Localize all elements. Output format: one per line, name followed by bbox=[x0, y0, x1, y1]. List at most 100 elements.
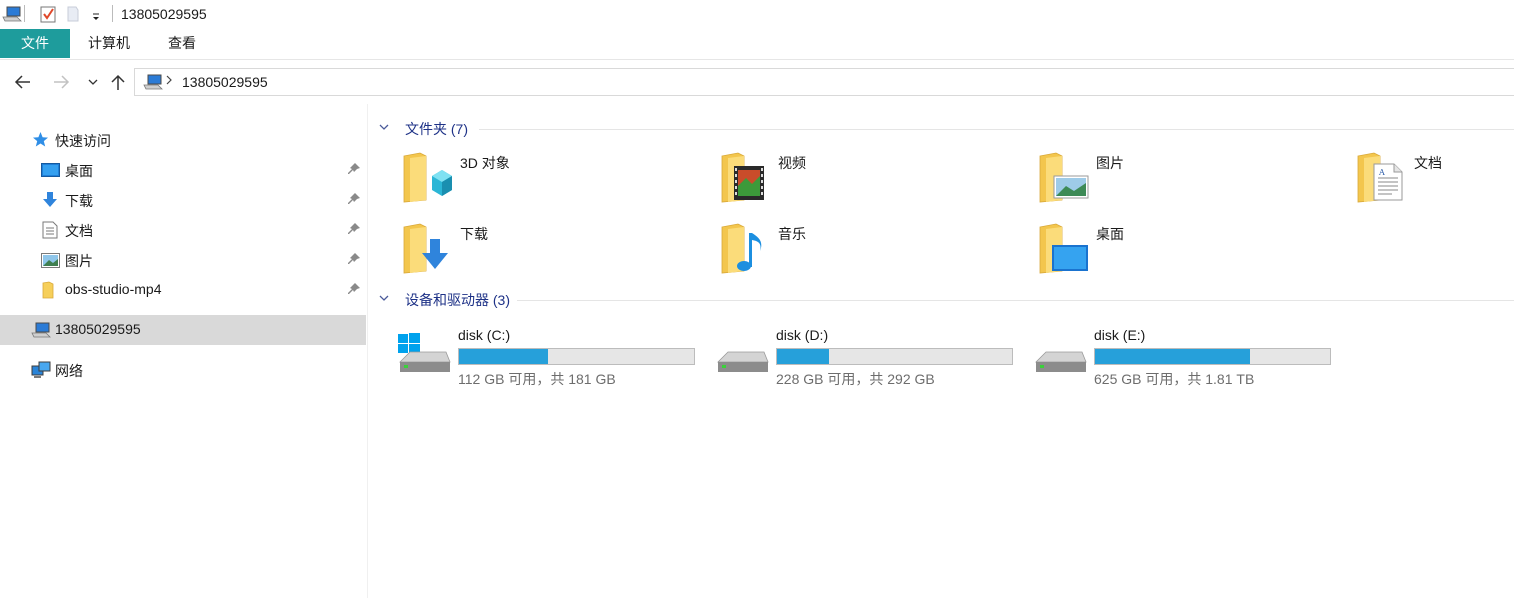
sidebar-item-label: 桌面 bbox=[65, 163, 93, 179]
sidebar-item-label: 快速访问 bbox=[55, 133, 111, 149]
drive-free-space: 625 GB 可用，共 1.81 TB bbox=[1094, 371, 1255, 387]
drive-item-e[interactable]: disk (E:) 625 GB 可用，共 1.81 TB bbox=[1032, 326, 1352, 390]
tab-view[interactable]: 查看 bbox=[158, 29, 206, 58]
sidebar-item-label: 下载 bbox=[65, 193, 93, 209]
group-header-folders[interactable]: 文件夹 (7) bbox=[377, 118, 1514, 138]
folder-label: 3D 对象 bbox=[460, 155, 510, 171]
up-button[interactable] bbox=[108, 72, 128, 92]
sidebar-item-label: 13805029595 bbox=[55, 321, 141, 337]
drive-usage-bar bbox=[776, 348, 1013, 365]
sidebar-item-label: 图片 bbox=[65, 253, 93, 269]
title-bar: 13805029595 bbox=[0, 0, 1514, 28]
computer-icon bbox=[2, 5, 22, 26]
3d-objects-folder-icon bbox=[402, 150, 454, 207]
folder-label: 音乐 bbox=[778, 226, 806, 242]
navigation-pane: 快速访问 桌面 下载 文档 图片 obs-studio-mp4 13805029… bbox=[0, 104, 368, 598]
sidebar-item-quick-access[interactable]: 快速访问 bbox=[0, 125, 366, 155]
svg-text:A: A bbox=[1378, 168, 1385, 177]
customize-dropdown-icon[interactable] bbox=[91, 9, 101, 25]
sidebar-item-label: 网络 bbox=[55, 363, 83, 379]
properties-icon[interactable] bbox=[40, 5, 57, 26]
sidebar-item-obs-studio-mp4[interactable]: obs-studio-mp4 bbox=[0, 275, 366, 305]
hard-drive-icon bbox=[714, 326, 770, 379]
sidebar-item-label: 文档 bbox=[65, 223, 93, 239]
computer-icon bbox=[143, 73, 163, 94]
folder-label: 视频 bbox=[778, 155, 806, 171]
sidebar-item-label: obs-studio-mp4 bbox=[65, 281, 162, 297]
sidebar-item-network[interactable]: 网络 bbox=[0, 355, 366, 385]
folder-item-pictures[interactable]: 图片 bbox=[1038, 150, 1338, 212]
pin-icon[interactable] bbox=[347, 252, 361, 269]
drive-item-c[interactable]: disk (C:) 112 GB 可用，共 181 GB bbox=[396, 326, 716, 390]
window-title: 13805029595 bbox=[121, 6, 207, 22]
star-icon bbox=[32, 131, 49, 151]
video-folder-icon bbox=[720, 150, 772, 207]
music-folder-icon bbox=[720, 221, 772, 278]
divider bbox=[24, 5, 25, 22]
drive-usage-fill bbox=[1095, 349, 1251, 364]
pin-icon[interactable] bbox=[347, 282, 361, 299]
navigation-bar: 13805029595 bbox=[0, 60, 1514, 104]
folder-item-videos[interactable]: 视频 bbox=[720, 150, 1020, 212]
drive-usage-bar bbox=[1094, 348, 1331, 365]
folder-icon bbox=[42, 281, 54, 302]
picture-folder-icon bbox=[1038, 150, 1090, 207]
download-folder-icon bbox=[402, 221, 454, 278]
sidebar-item-this-pc[interactable]: 13805029595 bbox=[0, 315, 366, 345]
divider bbox=[112, 5, 113, 22]
folder-label: 文档 bbox=[1414, 155, 1442, 171]
pin-icon[interactable] bbox=[347, 192, 361, 209]
recent-locations-button[interactable] bbox=[83, 72, 103, 92]
back-button[interactable] bbox=[13, 72, 33, 92]
divider bbox=[479, 129, 1514, 130]
computer-icon bbox=[31, 321, 51, 342]
drive-item-d[interactable]: disk (D:) 228 GB 可用，共 292 GB bbox=[714, 326, 1034, 390]
hard-drive-icon bbox=[1032, 326, 1088, 379]
tab-file[interactable]: 文件 bbox=[0, 29, 70, 58]
folder-label: 桌面 bbox=[1096, 226, 1124, 242]
folder-item-3d-objects[interactable]: 3D 对象 bbox=[402, 150, 702, 212]
pin-icon[interactable] bbox=[347, 222, 361, 239]
breadcrumb-chevron-icon[interactable] bbox=[165, 73, 173, 90]
new-folder-icon[interactable] bbox=[66, 6, 80, 25]
breadcrumb-this-pc[interactable]: 13805029595 bbox=[182, 74, 268, 90]
drive-name: disk (D:) bbox=[776, 327, 829, 343]
pin-icon[interactable] bbox=[347, 162, 361, 179]
folder-item-music[interactable]: 音乐 bbox=[720, 221, 1020, 283]
chevron-down-icon bbox=[377, 291, 391, 308]
ribbon: 文件 计算机 查看 bbox=[0, 28, 1514, 60]
up-arrow-icon bbox=[111, 74, 125, 90]
back-arrow-icon bbox=[14, 75, 30, 89]
folder-label: 图片 bbox=[1096, 155, 1124, 171]
forward-arrow-icon bbox=[54, 75, 70, 89]
drive-usage-bar bbox=[458, 348, 695, 365]
folder-item-desktop[interactable]: 桌面 bbox=[1038, 221, 1338, 283]
sidebar-item-documents[interactable]: 文档 bbox=[0, 215, 366, 245]
document-icon bbox=[42, 221, 58, 242]
tab-computer[interactable]: 计算机 bbox=[78, 29, 140, 58]
folder-item-documents[interactable]: A 文档 bbox=[1356, 150, 1514, 212]
divider bbox=[517, 300, 1514, 301]
sidebar-item-downloads[interactable]: 下载 bbox=[0, 185, 366, 215]
drive-usage-fill bbox=[777, 349, 829, 364]
forward-button[interactable] bbox=[51, 72, 71, 92]
drive-free-space: 228 GB 可用，共 292 GB bbox=[776, 371, 935, 387]
group-title: 文件夹 (7) bbox=[405, 121, 468, 137]
group-header-devices[interactable]: 设备和驱动器 (3) bbox=[377, 289, 1514, 309]
desktop-folder-icon bbox=[1038, 221, 1090, 278]
drive-name: disk (C:) bbox=[458, 327, 511, 343]
folder-label: 下载 bbox=[460, 226, 488, 242]
folder-item-downloads[interactable]: 下载 bbox=[402, 221, 702, 283]
desktop-icon bbox=[41, 163, 60, 180]
sidebar-item-desktop[interactable]: 桌面 bbox=[0, 155, 366, 185]
picture-icon bbox=[41, 253, 60, 271]
content-pane: 文件夹 (7) 3D 对象 视频 图片 A 文档 下载 音乐 桌面 设备和驱动器… bbox=[369, 104, 1514, 598]
sidebar-item-pictures[interactable]: 图片 bbox=[0, 245, 366, 275]
drive-free-space: 112 GB 可用，共 181 GB bbox=[458, 371, 616, 387]
drive-usage-fill bbox=[459, 349, 549, 364]
document-folder-icon: A bbox=[1356, 150, 1408, 207]
chevron-down-icon bbox=[377, 120, 391, 137]
network-icon bbox=[31, 361, 51, 382]
address-bar[interactable]: 13805029595 bbox=[134, 68, 1514, 96]
system-drive-icon bbox=[396, 326, 452, 379]
